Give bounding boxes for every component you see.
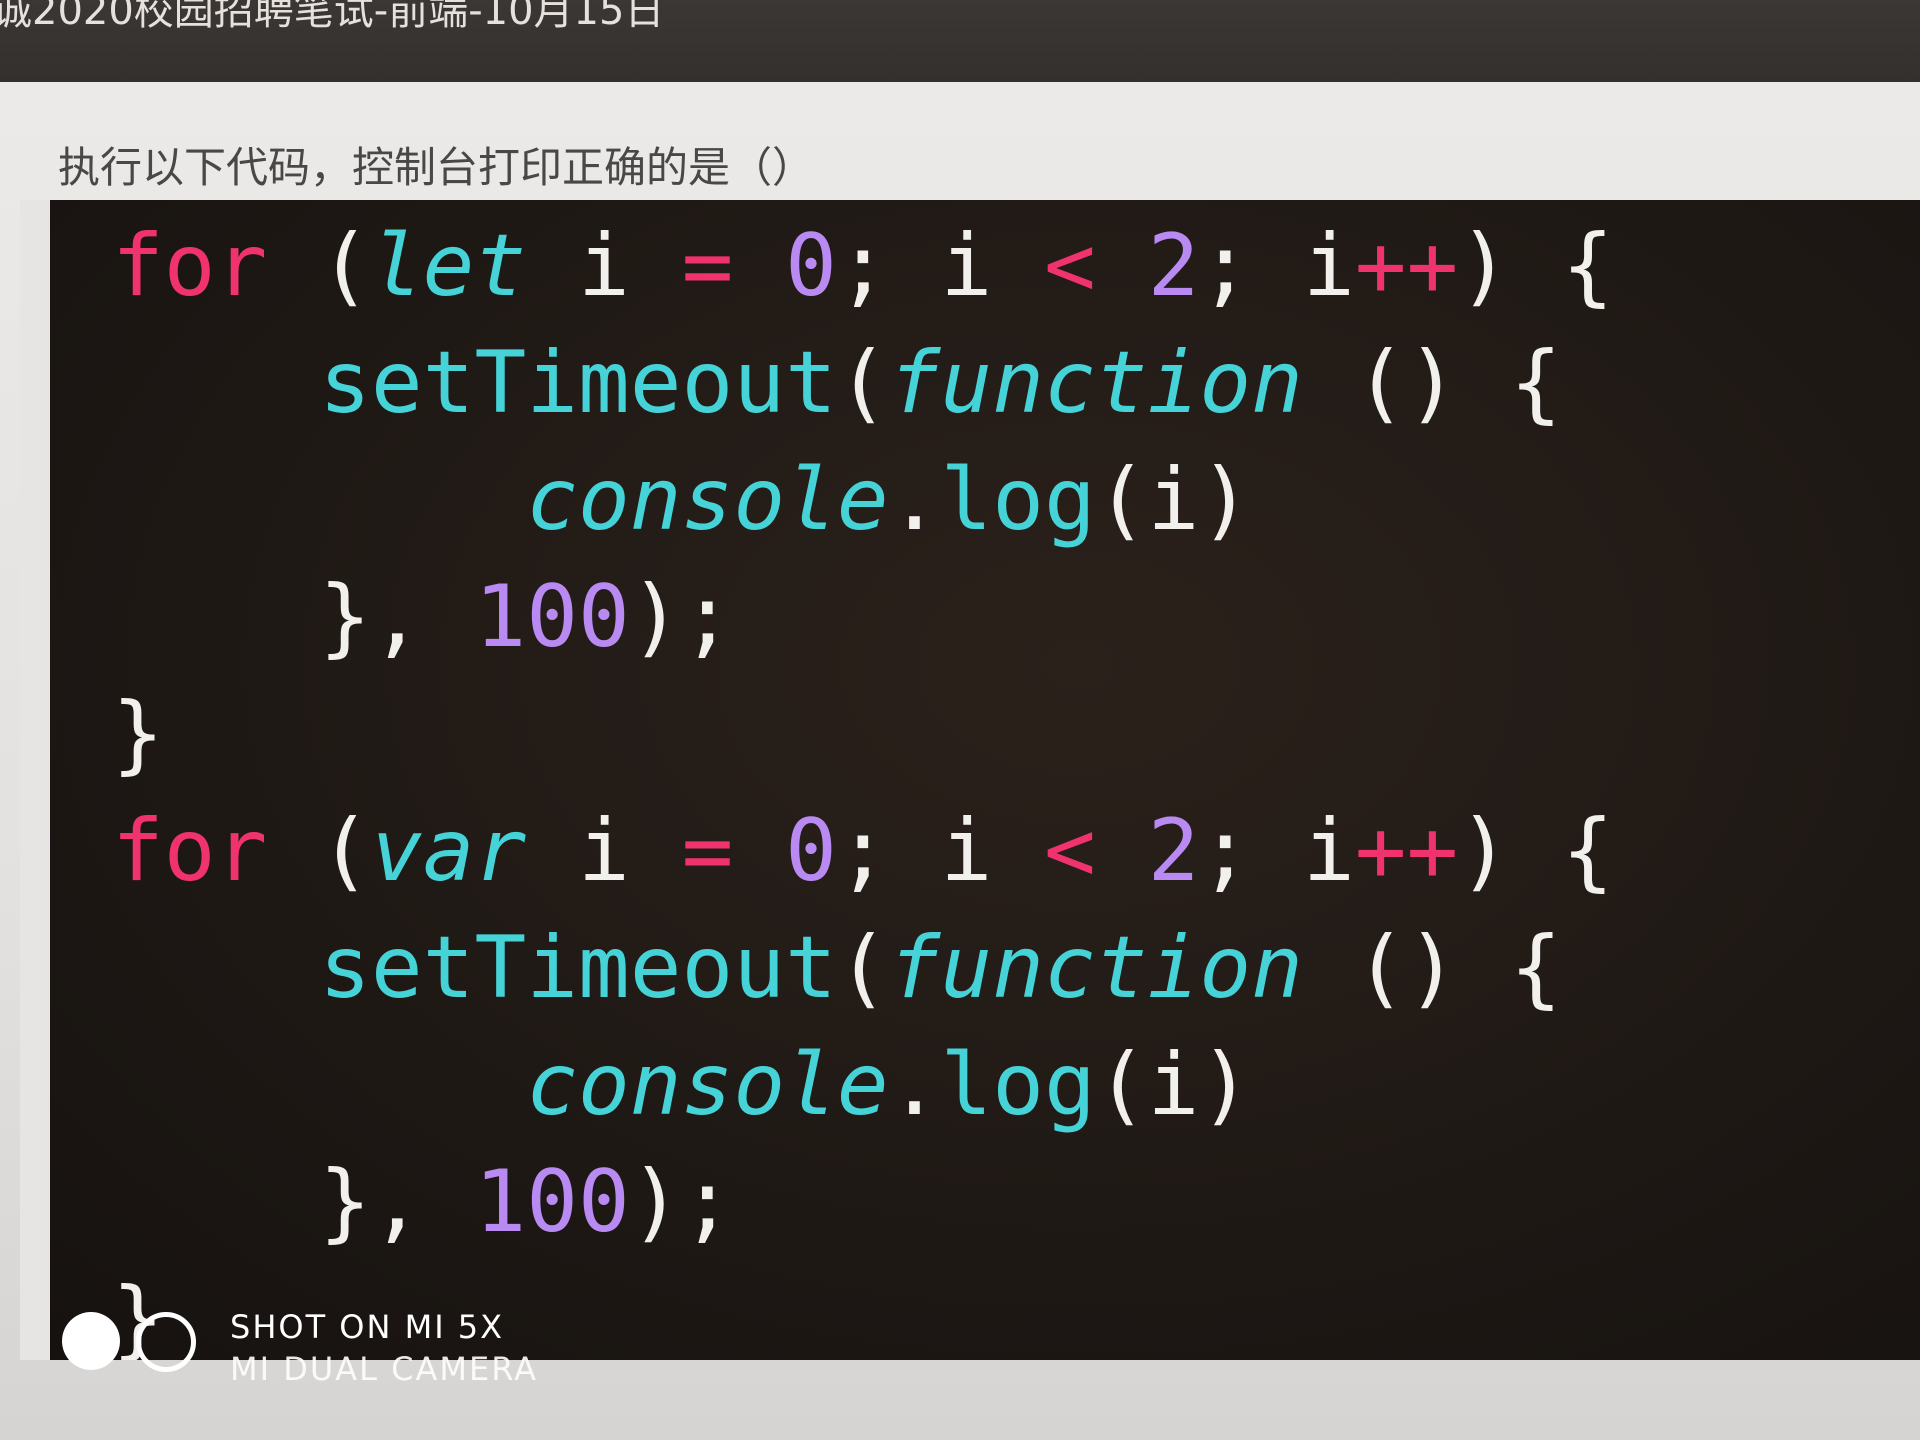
code-token: }, (112, 567, 475, 667)
code-token: ++ (1354, 801, 1459, 901)
code-token: ++ (1354, 216, 1459, 316)
code-token: } (112, 684, 164, 784)
code-token: ); (629, 567, 734, 667)
code-token: 2 (1147, 216, 1200, 316)
code-token: () { (1302, 918, 1562, 1018)
code-token: console (526, 1035, 889, 1135)
watermark-line-2: MI DUAL CAMERA (230, 1350, 539, 1388)
code-line: console.log(i) (112, 1027, 1614, 1144)
code-token: ; i (836, 216, 1045, 316)
code-line: }, 100); (112, 559, 1614, 676)
code-token: setTimeout (319, 333, 837, 433)
code-line: console.log(i) (112, 442, 1614, 559)
code-token: = (681, 801, 734, 901)
code-token: function (888, 918, 1303, 1018)
code-token: (i) (1095, 450, 1252, 550)
code-token: ) { (1458, 801, 1614, 901)
code-token: ; i (836, 801, 1045, 901)
code-token: 0 (785, 216, 837, 316)
question-page: 执行以下代码，控制台打印正确的是（） for (let i = 0; i < 2… (0, 82, 1920, 1440)
code-token: 0 (785, 801, 837, 901)
code-token: log (940, 450, 1096, 550)
code-token: i (526, 801, 682, 901)
code-token: ; i (1199, 216, 1355, 316)
window-title-bar: 诚2020校园招聘笔试-前端-10月15日 (0, 0, 1920, 82)
code-token: ( (836, 918, 889, 1018)
code-token: console (526, 450, 889, 550)
code-token: 2 (1147, 801, 1200, 901)
code-token: ); (629, 1152, 734, 1252)
code-token: < (1044, 216, 1096, 316)
ring-circle-icon (136, 1312, 196, 1372)
code-token: 100 (474, 567, 630, 667)
code-token: }, (112, 1152, 475, 1252)
code-line: for (var i = 0; i < 2; i++) { (112, 793, 1614, 910)
code-token: var (370, 801, 527, 901)
code-token: let (370, 216, 527, 316)
code-token: ) { (1458, 216, 1614, 316)
filled-circle-icon (62, 1312, 120, 1370)
window-title: 诚2020校园招聘笔试-前端-10月15日 (0, 0, 665, 34)
code-token: ( (267, 801, 371, 901)
code-line: setTimeout(function () { (112, 910, 1614, 1027)
code-token: for (112, 216, 268, 316)
code-line: }, 100); (112, 1144, 1614, 1261)
code-token: 100 (474, 1152, 630, 1252)
code-token: ; i (1199, 801, 1355, 901)
code-token: ( (836, 333, 889, 433)
code-token: < (1044, 801, 1096, 901)
code-token: () { (1302, 333, 1562, 433)
code-token: . (888, 1035, 941, 1135)
code-block: for (let i = 0; i < 2; i++) { setTimeout… (20, 200, 1920, 1360)
watermark-line-1: SHOT ON MI 5X (230, 1308, 505, 1346)
code-token: for (112, 801, 268, 901)
code-token: setTimeout (319, 918, 837, 1018)
code-token: = (681, 216, 734, 316)
question-text: 执行以下代码，控制台打印正确的是（） (58, 143, 815, 192)
code-token: ( (267, 216, 371, 316)
code-token: i (526, 216, 682, 316)
code-token: . (888, 450, 941, 550)
code-token: (i) (1095, 1035, 1252, 1135)
code-line: for (let i = 0; i < 2; i++) { (112, 208, 1614, 325)
code-line: setTimeout(function () { (112, 325, 1614, 442)
code-token: function (888, 333, 1303, 433)
code-line: } (112, 676, 1614, 793)
code-listing: for (let i = 0; i < 2; i++) { setTimeout… (112, 208, 1614, 1360)
code-token: log (940, 1035, 1096, 1135)
camera-watermark: SHOT ON MI 5X MI DUAL CAMERA (62, 1308, 582, 1388)
